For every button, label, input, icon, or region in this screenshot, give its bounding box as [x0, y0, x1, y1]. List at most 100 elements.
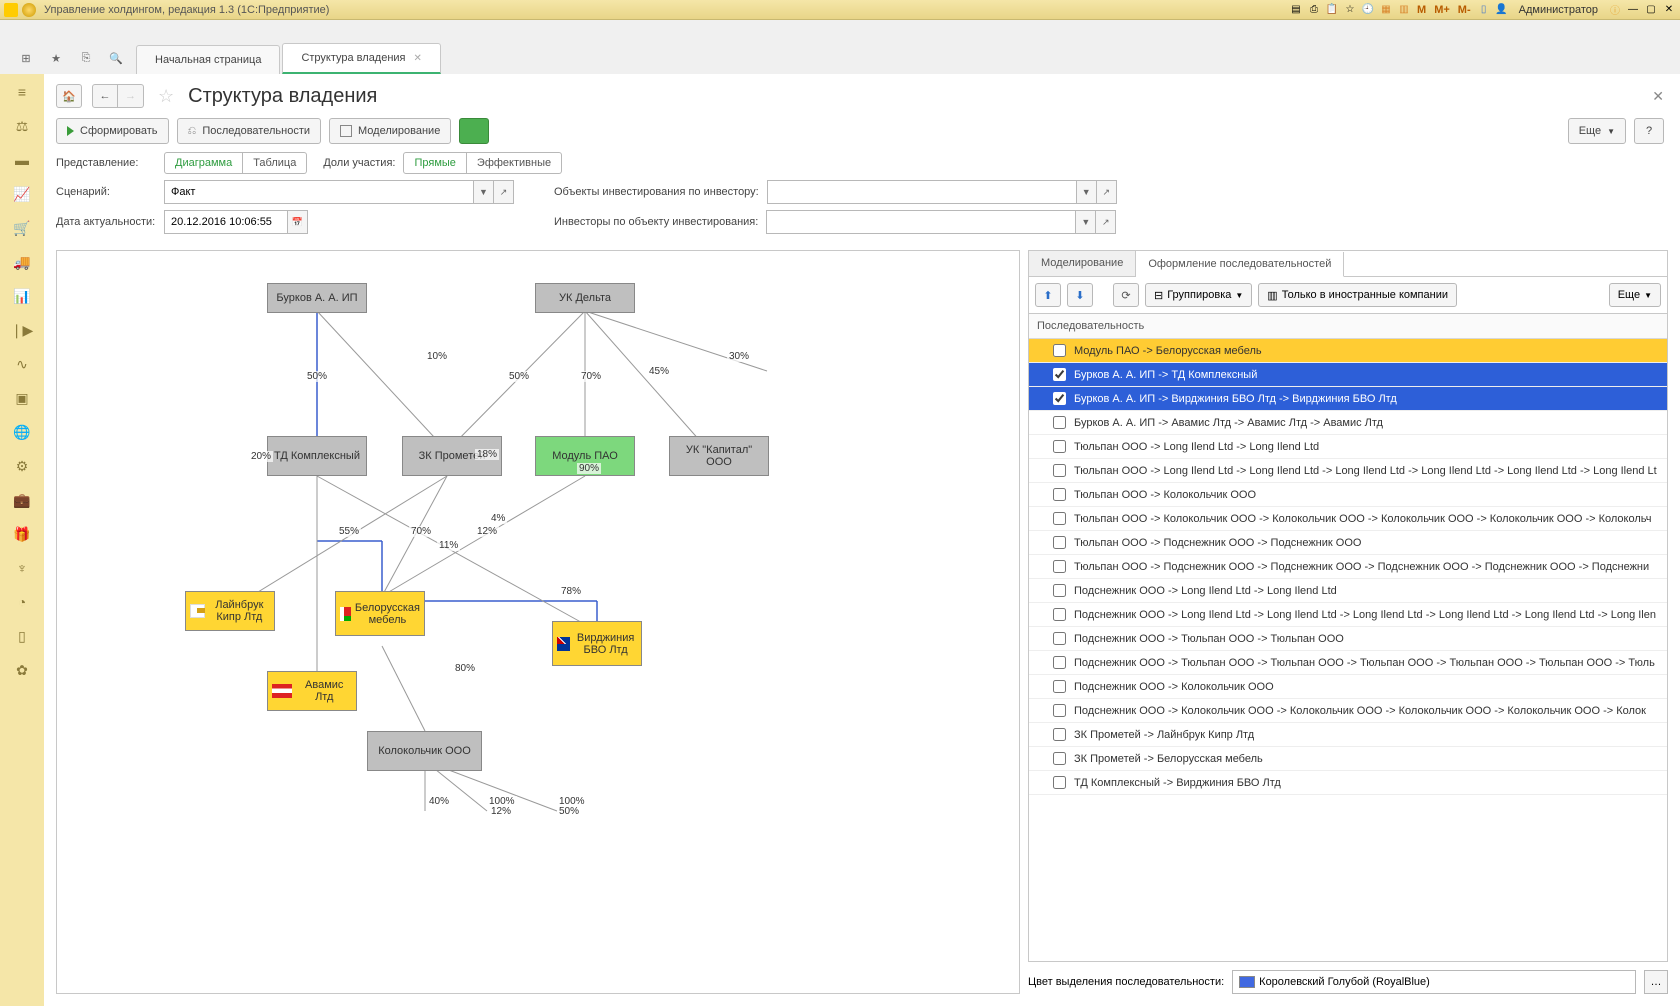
sequence-row[interactable]: Подснежник ООО -> Long Ilend Ltd -> Long… [1029, 579, 1667, 603]
sequence-checkbox[interactable] [1053, 704, 1066, 717]
sequence-row[interactable]: Тюльпан ООО -> Подснежник ООО -> Подснеж… [1029, 531, 1667, 555]
sidebar-clock-icon[interactable]: ◔ [14, 594, 30, 610]
sidebar-globe-icon[interactable]: 🌐 [14, 424, 30, 440]
node-belorus[interactable]: Белорусская мебель [335, 591, 425, 636]
sequence-row[interactable]: Тюльпан ООО -> Подснежник ООО -> Подснеж… [1029, 555, 1667, 579]
right-more-button[interactable]: Еще▼ [1609, 283, 1661, 307]
sequences-button[interactable]: ⎌Последовательности [177, 118, 321, 144]
sequence-row[interactable]: Тюльпан ООО -> Long Ilend Ltd -> Long Il… [1029, 435, 1667, 459]
node-td-kompl[interactable]: ТД Комплексный [267, 436, 367, 476]
sequence-row[interactable]: Бурков А. А. ИП -> ТД Комплексный [1029, 363, 1667, 387]
m-button[interactable]: M [1415, 4, 1428, 16]
sequence-row[interactable]: Подснежник ООО -> Колокольчик ООО [1029, 675, 1667, 699]
toolbar-icon-1[interactable]: ▤ [1289, 3, 1303, 17]
sequence-checkbox[interactable] [1053, 536, 1066, 549]
node-burkov[interactable]: Бурков А. А. ИП [267, 283, 367, 313]
sequence-checkbox[interactable] [1053, 416, 1066, 429]
view-diagram[interactable]: Диаграмма [164, 152, 243, 174]
sidebar-device-icon[interactable]: ▯ [14, 628, 30, 644]
sequence-checkbox[interactable] [1053, 464, 1066, 477]
node-avamis[interactable]: Авамис Лтд [267, 671, 357, 711]
move-down-button[interactable]: ⬇ [1067, 283, 1093, 307]
invest-obj-dropdown-icon[interactable]: ▼ [1077, 180, 1097, 204]
scenario-input[interactable] [164, 180, 474, 204]
investors-input[interactable] [766, 210, 1076, 234]
sequence-row[interactable]: Тюльпан ООО -> Колокольчик ООО -> Колоко… [1029, 507, 1667, 531]
sequence-checkbox[interactable] [1053, 344, 1066, 357]
sequence-row[interactable]: Бурков А. А. ИП -> Вирджиния БВО Лтд -> … [1029, 387, 1667, 411]
tab-close-icon[interactable]: ✕ [414, 53, 422, 64]
sidebar-eagle-icon[interactable]: ♆ [14, 560, 30, 576]
panel-icon[interactable]: ▯ [1477, 3, 1491, 17]
investors-dropdown-icon[interactable]: ▼ [1076, 210, 1096, 234]
sidebar-icon-9[interactable]: ∿ [14, 356, 30, 372]
tab-seq-formatting[interactable]: Оформление последовательностей [1136, 252, 1344, 277]
search-icon[interactable]: 🔍 [108, 50, 124, 66]
sequence-row[interactable]: Модуль ПАО -> Белорусская мебель [1029, 339, 1667, 363]
tab-start[interactable]: Начальная страница [136, 45, 280, 74]
node-lainbruk[interactable]: Лайнбрук Кипр Лтд [185, 591, 275, 631]
sequence-row[interactable]: Подснежник ООО -> Тюльпан ООО -> Тюльпан… [1029, 651, 1667, 675]
group-button[interactable]: ⊟Группировка▼ [1145, 283, 1252, 307]
node-virginia[interactable]: Вирджиния БВО Лтд [552, 621, 642, 666]
invest-obj-open-icon[interactable]: ↗ [1097, 180, 1117, 204]
node-uk-kapital[interactable]: УК "Капитал" ООО [669, 436, 769, 476]
investors-open-icon[interactable]: ↗ [1096, 210, 1116, 234]
m-minus-button[interactable]: M- [1456, 4, 1473, 16]
calc-icon[interactable]: ▦ [1379, 3, 1393, 17]
sequence-checkbox[interactable] [1053, 584, 1066, 597]
sidebar-menu-icon[interactable]: ≡ [14, 84, 30, 100]
sequence-checkbox[interactable] [1053, 392, 1066, 405]
star-icon[interactable]: ☆ [1343, 3, 1357, 17]
history-nav-icon[interactable]: ⎘ [78, 50, 94, 66]
close-window-icon[interactable]: ✕ [1662, 3, 1676, 17]
sequence-checkbox[interactable] [1053, 440, 1066, 453]
modeling-button[interactable]: Моделирование [329, 118, 451, 144]
forward-button[interactable]: → [118, 84, 144, 108]
sidebar-icon-2[interactable]: ⚖ [14, 118, 30, 134]
sequence-row[interactable]: Бурков А. А. ИП -> Авамис Лтд -> Авамис … [1029, 411, 1667, 435]
shares-direct[interactable]: Прямые [403, 152, 466, 174]
sequence-row[interactable]: Подснежник ООО -> Колокольчик ООО -> Кол… [1029, 699, 1667, 723]
sequence-checkbox[interactable] [1053, 512, 1066, 525]
sequence-row[interactable]: ЗК Прометей -> Лайнбрук Кипр Лтд [1029, 723, 1667, 747]
invest-obj-input[interactable] [767, 180, 1077, 204]
diagram-panel[interactable]: Бурков А. А. ИП УК Дельта ТД Комплексный… [56, 250, 1020, 994]
back-button[interactable]: ← [92, 84, 118, 108]
scenario-open-icon[interactable]: ↗ [494, 180, 514, 204]
sidebar-briefcase-icon[interactable]: 💼 [14, 492, 30, 508]
print-icon[interactable]: ⎙ [1307, 3, 1321, 17]
m-plus-button[interactable]: M+ [1432, 4, 1452, 16]
sidebar-settings-icon[interactable]: ✿ [14, 662, 30, 678]
sidebar-gear-icon[interactable]: ⚙ [14, 458, 30, 474]
home-button[interactable]: 🏠 [56, 84, 82, 108]
color-input[interactable]: Королевский Голубой (RoyalBlue) [1232, 970, 1636, 994]
color-dialog-button[interactable]: … [1644, 970, 1668, 994]
sidebar-icon-3[interactable]: ▬ [14, 152, 30, 168]
sequence-checkbox[interactable] [1053, 656, 1066, 669]
tab-modeling[interactable]: Моделирование [1029, 251, 1136, 276]
node-kolok[interactable]: Колокольчик ООО [367, 731, 482, 771]
shares-effective[interactable]: Эффективные [467, 152, 562, 174]
minimize-icon[interactable]: — [1626, 3, 1640, 17]
move-up-button[interactable]: ⬆ [1035, 283, 1061, 307]
more-button[interactable]: Еще▼ [1568, 118, 1626, 144]
sequence-checkbox[interactable] [1053, 368, 1066, 381]
favorite-star-icon[interactable]: ☆ [158, 86, 174, 107]
sidebar-icon-10[interactable]: ▣ [14, 390, 30, 406]
sequence-checkbox[interactable] [1053, 632, 1066, 645]
sequence-checkbox[interactable] [1053, 776, 1066, 789]
date-calendar-icon[interactable]: 📅 [288, 210, 308, 234]
sequence-checkbox[interactable] [1053, 728, 1066, 741]
sequence-row[interactable]: Тюльпан ООО -> Колокольчик ООО [1029, 483, 1667, 507]
sidebar-icon-8[interactable]: ❘▶ [14, 322, 30, 338]
sequence-row[interactable]: Тюльпан ООО -> Long Ilend Ltd -> Long Il… [1029, 459, 1667, 483]
foreign-only-button[interactable]: ▥Только в иностранные компании [1258, 283, 1457, 307]
clipboard-icon[interactable]: 📋 [1325, 3, 1339, 17]
history-icon[interactable]: 🕘 [1361, 3, 1375, 17]
scenario-dropdown-icon[interactable]: ▼ [474, 180, 494, 204]
sidebar-cart-icon[interactable]: 🛒 [14, 220, 30, 236]
sidebar-icon-4[interactable]: 📈 [14, 186, 30, 202]
close-page-icon[interactable]: ✕ [1652, 88, 1664, 105]
calendar-icon[interactable]: ▥ [1397, 3, 1411, 17]
